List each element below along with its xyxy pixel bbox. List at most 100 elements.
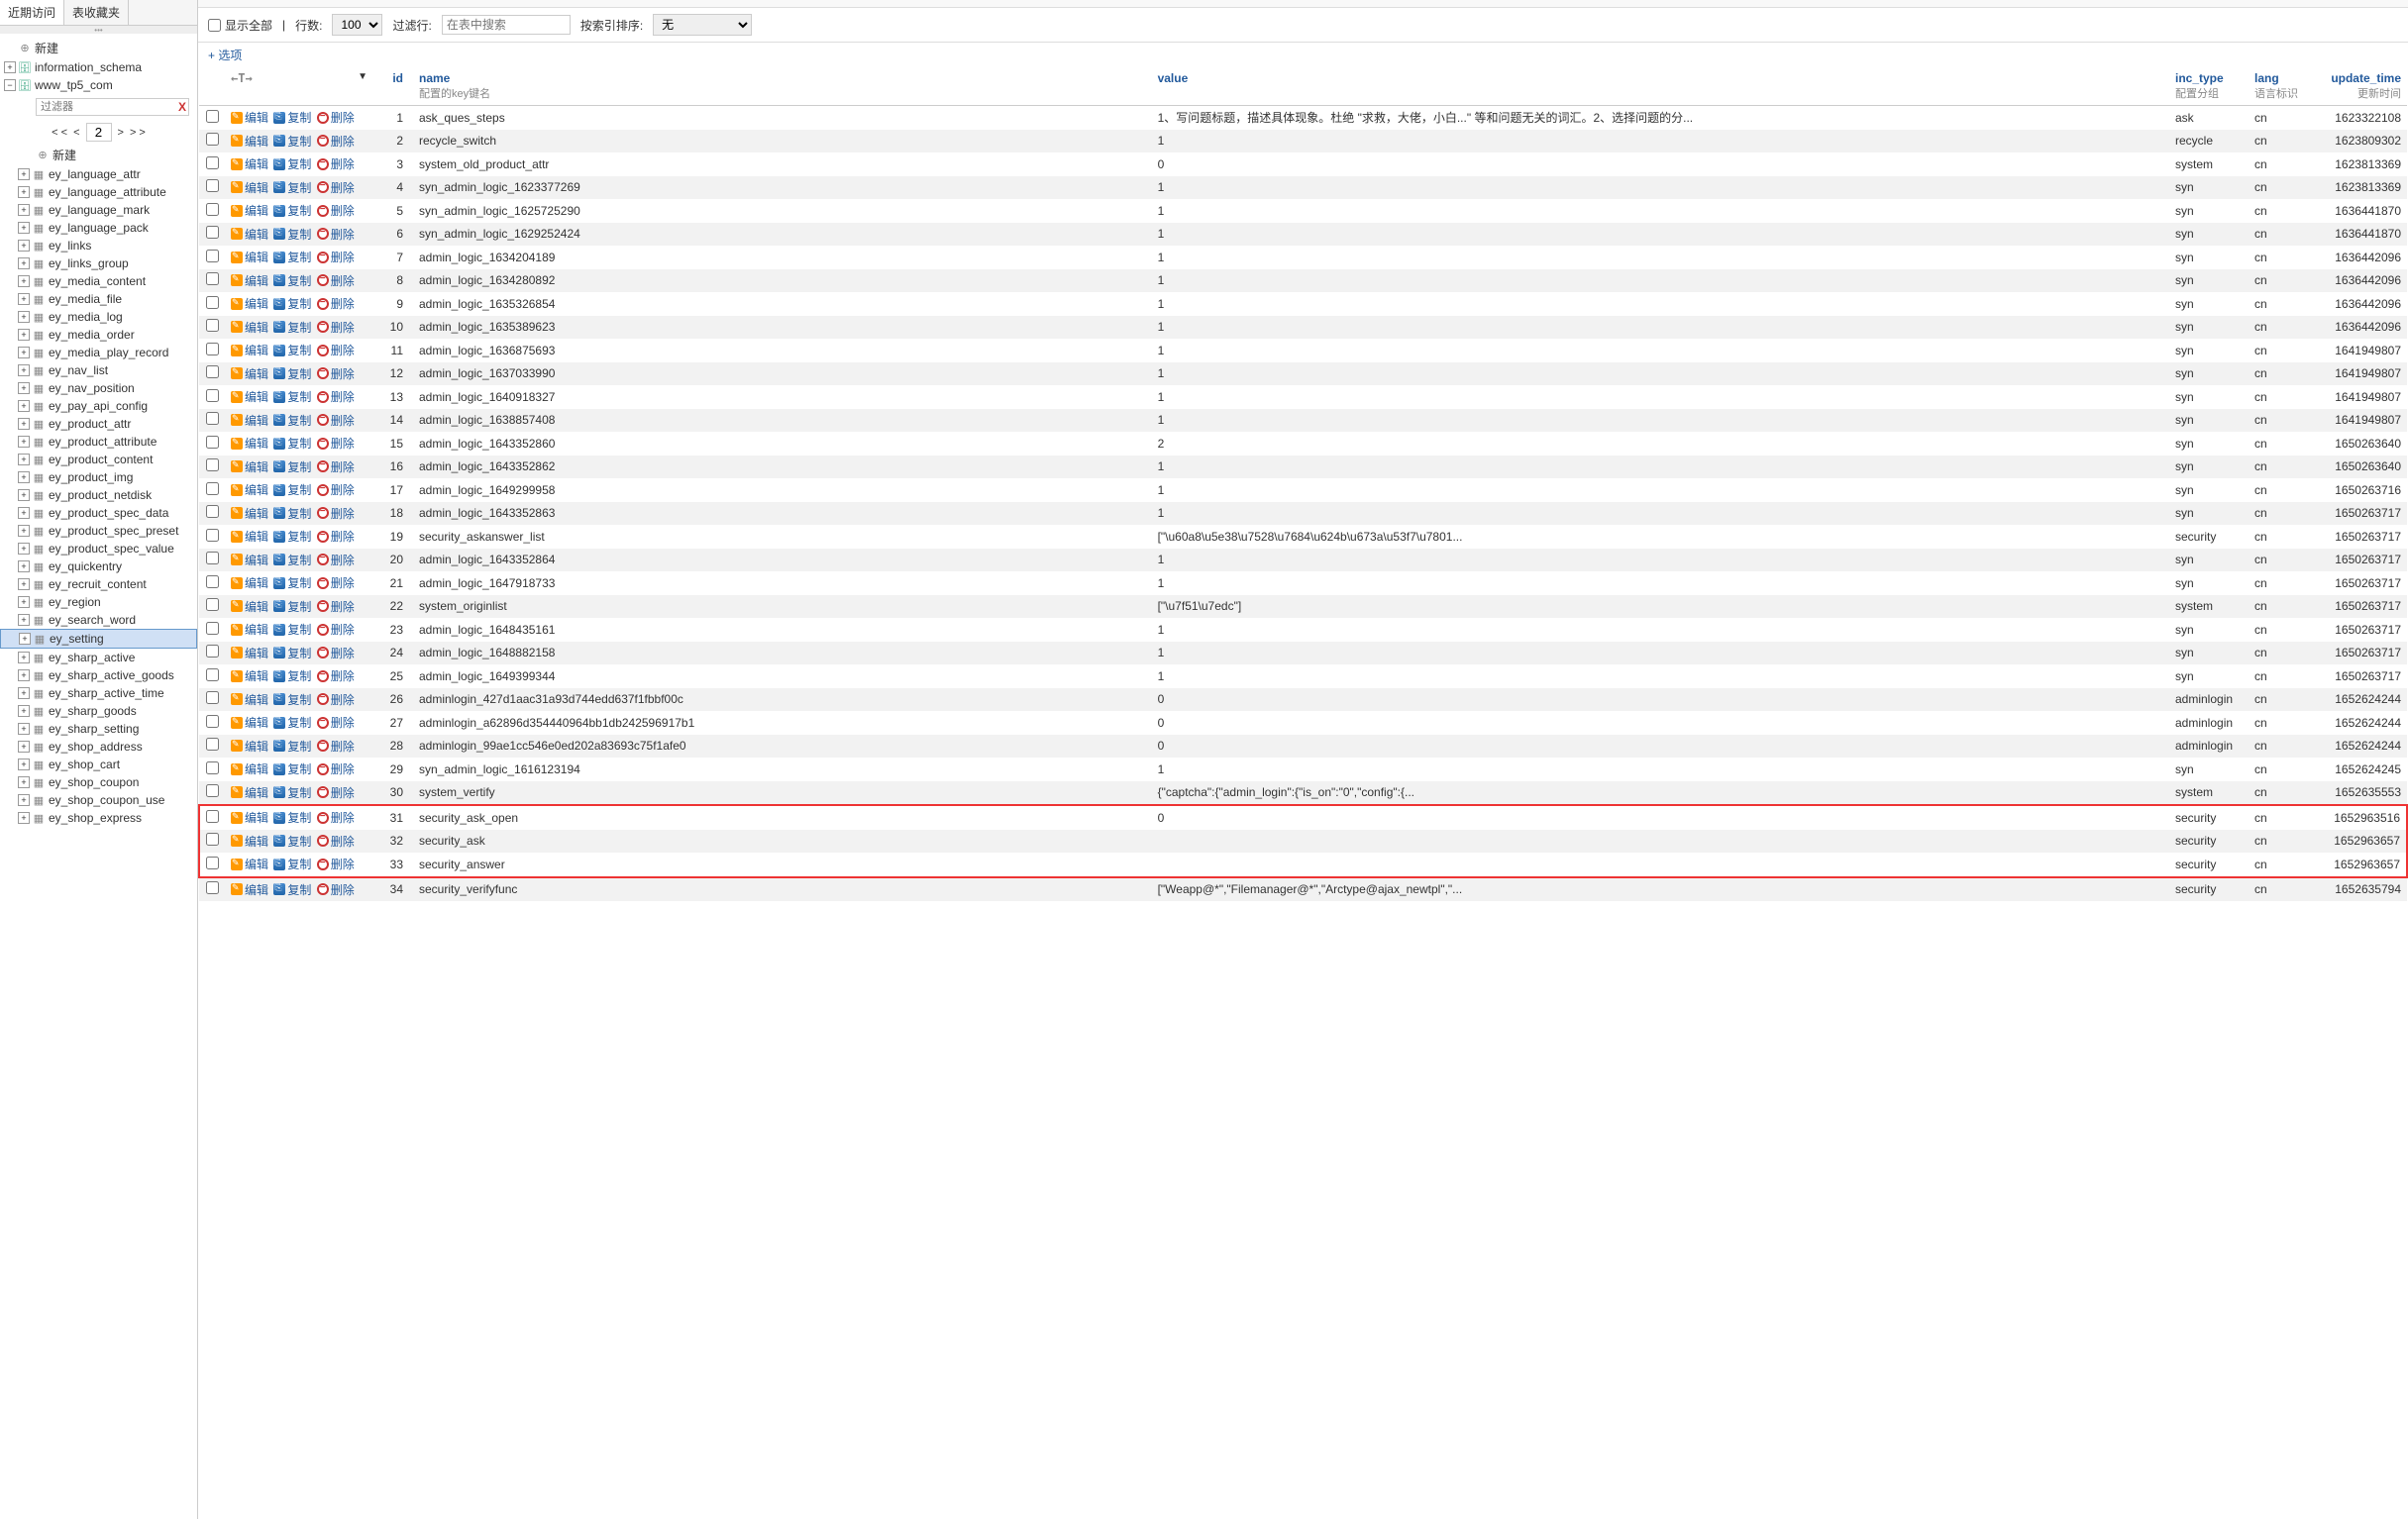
edit-button[interactable]: 编辑 (231, 481, 268, 498)
delete-button[interactable]: 删除 (317, 295, 355, 312)
col-id[interactable]: id (373, 67, 413, 106)
copy-button[interactable]: 复制 (273, 809, 311, 826)
expand-icon[interactable]: + (18, 204, 30, 216)
sidebar-table-item[interactable]: +▦ey_setting (0, 629, 197, 649)
col-update[interactable]: update_time 更新时间 (2308, 67, 2407, 106)
drag-handle[interactable]: ••• (0, 26, 197, 34)
table-row[interactable]: 编辑 复制 删除25admin_logic_16493993441syncn16… (199, 664, 2407, 688)
edit-button[interactable]: 编辑 (231, 505, 268, 522)
row-checkbox[interactable] (206, 272, 219, 285)
delete-button[interactable]: 删除 (317, 645, 355, 661)
row-checkbox[interactable] (206, 365, 219, 378)
edit-button[interactable]: 编辑 (231, 249, 268, 265)
table-row[interactable]: 编辑 复制 删除8admin_logic_16342808921syncn163… (199, 269, 2407, 293)
delete-button[interactable]: 删除 (317, 272, 355, 289)
sort-select[interactable]: 无 (653, 14, 752, 36)
table-row[interactable]: 编辑 复制 删除17admin_logic_16492999581syncn16… (199, 478, 2407, 502)
copy-button[interactable]: 复制 (273, 179, 311, 196)
copy-button[interactable]: 复制 (273, 109, 311, 126)
edit-button[interactable]: 编辑 (231, 552, 268, 568)
expand-icon[interactable]: + (18, 293, 30, 305)
sidebar-table-item[interactable]: +▦ey_quickentry (0, 557, 197, 575)
row-checkbox[interactable] (206, 598, 219, 611)
table-row[interactable]: 编辑 复制 删除32security_asksecuritycn16529636… (199, 830, 2407, 854)
table-row[interactable]: 编辑 复制 删除23admin_logic_16484351611syncn16… (199, 618, 2407, 642)
expand-icon[interactable]: + (18, 507, 30, 519)
copy-button[interactable]: 复制 (273, 574, 311, 591)
col-lang[interactable]: lang 语言标识 (2249, 67, 2308, 106)
table-row[interactable]: 编辑 复制 删除20admin_logic_16433528641syncn16… (199, 549, 2407, 572)
row-checkbox[interactable] (206, 505, 219, 518)
sidebar-table-item[interactable]: +▦ey_product_spec_data (0, 504, 197, 522)
sidebar-table-item[interactable]: +▦ey_nav_position (0, 379, 197, 397)
table-row[interactable]: 编辑 复制 删除15admin_logic_16433528602syncn16… (199, 432, 2407, 456)
row-checkbox[interactable] (206, 412, 219, 425)
copy-button[interactable]: 复制 (273, 881, 311, 898)
sidebar-table-item[interactable]: +▦ey_shop_address (0, 738, 197, 756)
edit-button[interactable]: 编辑 (231, 319, 268, 336)
delete-button[interactable]: 删除 (317, 226, 355, 243)
table-row[interactable]: 编辑 复制 删除29syn_admin_logic_16161231941syn… (199, 758, 2407, 781)
row-checkbox[interactable] (206, 296, 219, 309)
row-checkbox[interactable] (206, 738, 219, 751)
sidebar-table-item[interactable]: +▦ey_media_log (0, 308, 197, 326)
pager-first[interactable]: < < (52, 127, 67, 139)
edit-button[interactable]: 编辑 (231, 691, 268, 708)
delete-button[interactable]: 删除 (317, 598, 355, 615)
expand-icon[interactable]: + (18, 525, 30, 537)
row-checkbox[interactable] (206, 482, 219, 495)
sidebar-table-item[interactable]: +▦ey_search_word (0, 611, 197, 629)
sidebar-table-item[interactable]: +▦ey_language_attribute (0, 183, 197, 201)
tree-db-info[interactable]: + 🗄 information_schema (0, 58, 197, 76)
delete-button[interactable]: 删除 (317, 412, 355, 429)
sidebar-table-item[interactable]: +▦ey_media_play_record (0, 344, 197, 361)
delete-button[interactable]: 删除 (317, 691, 355, 708)
copy-button[interactable]: 复制 (273, 738, 311, 755)
edit-button[interactable]: 编辑 (231, 809, 268, 826)
sidebar-table-item[interactable]: +▦ey_product_content (0, 451, 197, 468)
filter-rows-input[interactable] (442, 15, 571, 35)
row-checkbox[interactable] (206, 110, 219, 123)
expand-icon[interactable]: + (18, 614, 30, 626)
expand-icon[interactable]: + (18, 596, 30, 608)
expand-icon[interactable]: + (18, 471, 30, 483)
collapse-icon[interactable]: − (4, 79, 16, 91)
edit-button[interactable]: 编辑 (231, 760, 268, 777)
copy-button[interactable]: 复制 (273, 552, 311, 568)
options-toggle[interactable]: + 选项 (198, 43, 2408, 67)
delete-button[interactable]: 删除 (317, 784, 355, 801)
tab-recent[interactable]: 近期访问 (0, 0, 64, 25)
sidebar-table-item[interactable]: +▦ey_region (0, 593, 197, 611)
sidebar-table-item[interactable]: +▦ey_sharp_active_goods (0, 666, 197, 684)
row-checkbox[interactable] (206, 622, 219, 635)
table-row[interactable]: 编辑 复制 删除34security_verifyfunc["Weapp@*",… (199, 877, 2407, 902)
sidebar-table-item[interactable]: +▦ey_sharp_active (0, 649, 197, 666)
expand-icon[interactable]: + (18, 543, 30, 555)
copy-button[interactable]: 复制 (273, 249, 311, 265)
table-row[interactable]: 编辑 复制 删除1ask_ques_steps1、写问题标题，描述具体现象。杜绝… (199, 106, 2407, 130)
delete-button[interactable]: 删除 (317, 528, 355, 545)
sidebar-table-item[interactable]: +▦ey_links (0, 237, 197, 254)
expand-icon[interactable]: + (18, 240, 30, 252)
row-checkbox[interactable] (206, 645, 219, 658)
sidebar-table-item[interactable]: +▦ey_sharp_active_time (0, 684, 197, 702)
table-row[interactable]: 编辑 复制 删除28adminlogin_99ae1cc546e0ed202a8… (199, 735, 2407, 759)
delete-button[interactable]: 删除 (317, 574, 355, 591)
copy-button[interactable]: 复制 (273, 295, 311, 312)
sidebar-table-item[interactable]: +▦ey_language_attr (0, 165, 197, 183)
edit-button[interactable]: 编辑 (231, 435, 268, 452)
edit-button[interactable]: 编辑 (231, 202, 268, 219)
table-row[interactable]: 编辑 复制 删除10admin_logic_16353896231syncn16… (199, 316, 2407, 340)
tab-favorites[interactable]: 表收藏夹 (64, 0, 129, 25)
table-row[interactable]: 编辑 复制 删除3system_old_product_attr0systemc… (199, 152, 2407, 176)
edit-button[interactable]: 编辑 (231, 342, 268, 358)
edit-button[interactable]: 编辑 (231, 458, 268, 475)
expand-icon[interactable]: + (18, 222, 30, 234)
sidebar-table-item[interactable]: +▦ey_pay_api_config (0, 397, 197, 415)
show-all-checkbox[interactable]: 显示全部 (208, 17, 272, 34)
data-table-wrap[interactable]: ←T→ ▼ id name 配置的key键名 value inc_type 配置… (198, 67, 2408, 1519)
edit-button[interactable]: 编辑 (231, 598, 268, 615)
show-all-check[interactable] (208, 19, 221, 32)
edit-button[interactable]: 编辑 (231, 645, 268, 661)
copy-button[interactable]: 复制 (273, 365, 311, 382)
